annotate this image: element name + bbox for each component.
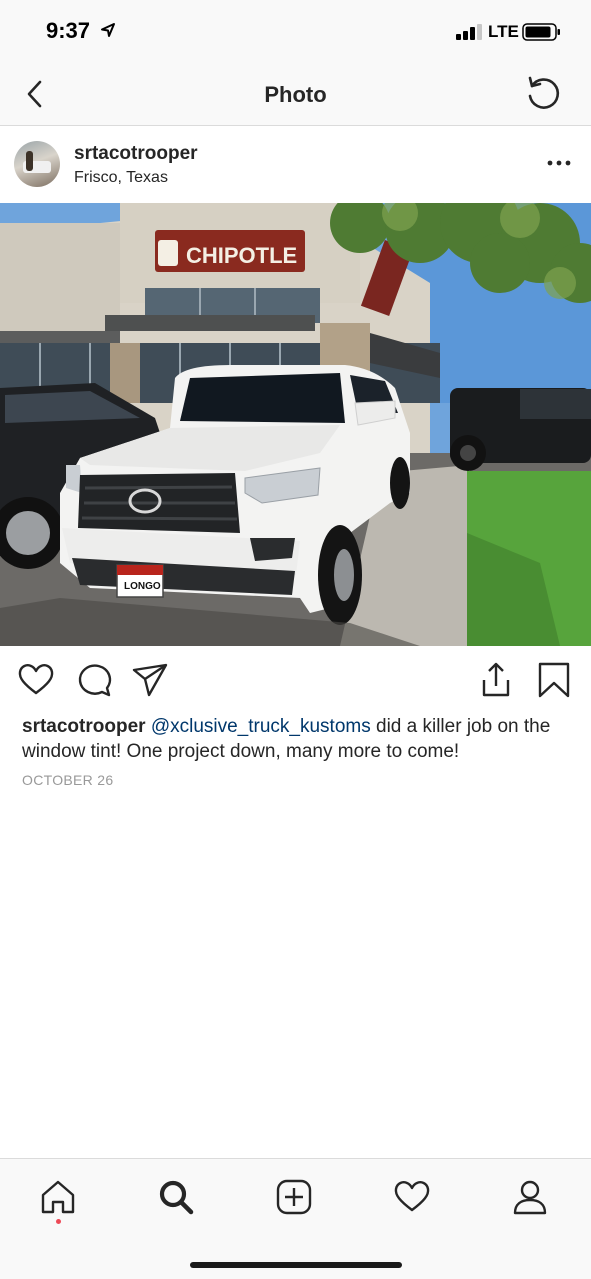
post-location[interactable]: Frisco, Texas <box>74 169 168 187</box>
comment-icon[interactable] <box>74 660 114 700</box>
post-actions <box>0 660 591 704</box>
post-header: srtacotrooper Frisco, Texas <box>0 127 591 203</box>
status-bar: 9:37 LTE <box>0 0 591 62</box>
profile-icon[interactable] <box>510 1177 550 1217</box>
send-icon[interactable] <box>130 660 170 700</box>
page-title: Photo <box>264 82 327 107</box>
status-time: 9:37 <box>46 18 91 43</box>
heart-icon[interactable] <box>16 660 56 700</box>
avatar[interactable] <box>14 141 60 187</box>
activity-heart-icon[interactable] <box>392 1177 432 1217</box>
search-icon[interactable] <box>156 1177 196 1217</box>
home-indicator <box>190 1262 402 1268</box>
nav-bar: Photo <box>0 62 591 126</box>
bookmark-icon[interactable] <box>534 660 574 700</box>
post-username[interactable]: srtacotrooper <box>74 143 198 165</box>
post-photo-image: CHIPOTLE LONGO <box>0 203 591 646</box>
network-type: LTE <box>488 22 519 41</box>
battery-icon <box>522 23 560 41</box>
avatar-person <box>26 151 33 171</box>
notification-dot <box>56 1219 61 1224</box>
add-icon[interactable] <box>274 1177 314 1217</box>
chipotle-sign-text: CHIPOTLE <box>186 243 297 268</box>
tab-bar <box>0 1158 591 1279</box>
caption-username[interactable]: srtacotrooper <box>22 716 146 737</box>
home-icon[interactable] <box>38 1177 78 1217</box>
license-plate-text: LONGO <box>124 581 161 592</box>
location-arrow-icon <box>101 23 115 37</box>
cellular-signal-icon <box>456 24 482 40</box>
share-icon[interactable] <box>476 660 516 700</box>
post-caption: srtacotrooper @xclusive_truck_kustoms di… <box>22 714 572 764</box>
caption-mention[interactable]: @xclusive_truck_kustoms <box>151 716 371 737</box>
post-date: OCTOBER 26 <box>22 772 114 788</box>
more-options-icon[interactable] <box>544 153 574 173</box>
refresh-icon[interactable] <box>524 74 564 114</box>
post-photo[interactable]: CHIPOTLE LONGO <box>0 203 591 646</box>
